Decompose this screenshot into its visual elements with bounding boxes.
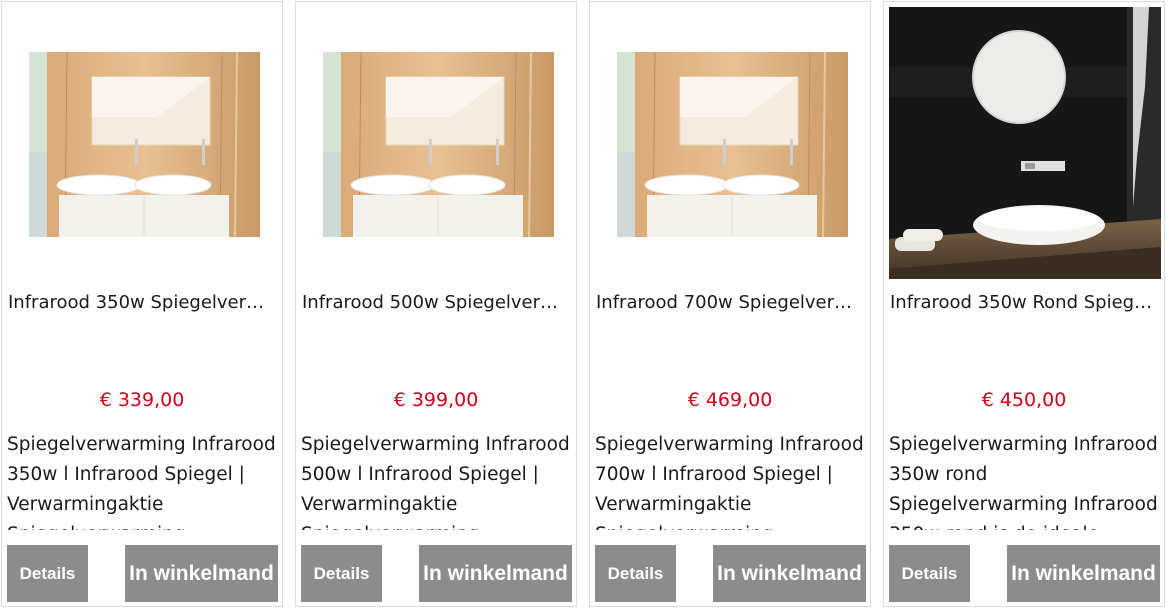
add-to-cart-button[interactable]: In winkelmand <box>1007 545 1160 602</box>
product-description: Spiegelverwarming Infrarood 500w l Infra… <box>301 434 570 530</box>
details-button[interactable]: Details <box>595 545 676 602</box>
add-to-cart-button[interactable]: In winkelmand <box>713 545 866 602</box>
details-button[interactable]: Details <box>7 545 88 602</box>
product-title[interactable]: Infrarood 350w Rond Spiege... <box>890 292 1158 313</box>
product-title[interactable]: Infrarood 350w Spiegelverw... <box>8 292 276 313</box>
product-description: Spiegelverwarming Infrarood 350w rond Sp… <box>889 434 1158 530</box>
product-description: Spiegelverwarming Infrarood 700w l Infra… <box>595 434 864 530</box>
product-price: € 339,00 <box>99 389 185 411</box>
product-title[interactable]: Infrarood 500w Spiegelverw... <box>302 292 570 313</box>
product-image[interactable] <box>7 7 279 279</box>
product-grid: Infrarood 350w Spiegelverw... € 339,00 S… <box>0 0 1167 610</box>
product-card: Infrarood 700w Spiegelverw... € 469,00 S… <box>589 1 871 607</box>
product-card: Infrarood 500w Spiegelverw... € 399,00 S… <box>295 1 577 607</box>
product-description: Spiegelverwarming Infrarood 350w l Infra… <box>7 434 276 530</box>
product-image[interactable] <box>301 7 573 279</box>
product-price: € 450,00 <box>981 389 1067 411</box>
product-price: € 399,00 <box>393 389 479 411</box>
details-button[interactable]: Details <box>301 545 382 602</box>
add-to-cart-button[interactable]: In winkelmand <box>125 545 278 602</box>
product-image[interactable] <box>889 7 1161 279</box>
add-to-cart-button[interactable]: In winkelmand <box>419 545 572 602</box>
product-card: Infrarood 350w Rond Spiege... € 450,00 S… <box>883 1 1165 607</box>
product-title[interactable]: Infrarood 700w Spiegelverw... <box>596 292 864 313</box>
details-button[interactable]: Details <box>889 545 970 602</box>
product-card: Infrarood 350w Spiegelverw... € 339,00 S… <box>1 1 283 607</box>
product-price: € 469,00 <box>687 389 773 411</box>
product-image[interactable] <box>595 7 867 279</box>
